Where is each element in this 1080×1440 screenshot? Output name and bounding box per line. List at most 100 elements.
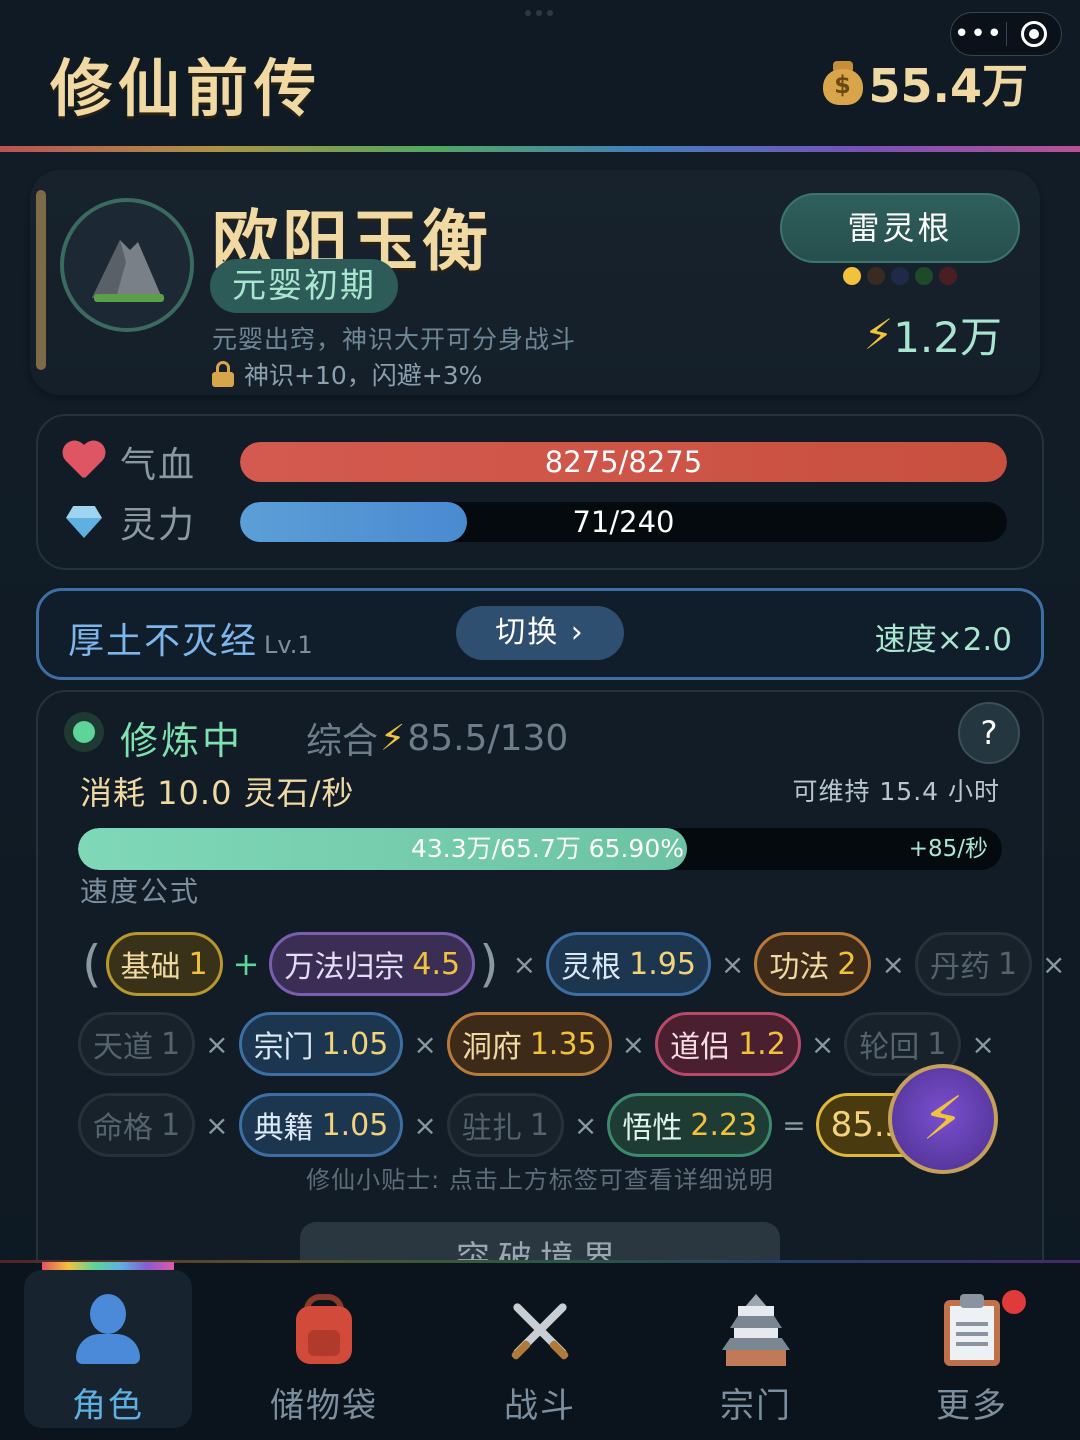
hp-value: 8275/8275 bbox=[544, 445, 703, 479]
times-operator: × bbox=[205, 1108, 229, 1142]
formula-row-1: ( 基础 1 + 万法归宗 4.5 ) × 灵根 1.95 × 功法 2 × 丹药 1 × bbox=[78, 932, 1076, 996]
header-divider bbox=[0, 146, 1080, 152]
tab-more[interactable]: 更多 bbox=[888, 1270, 1056, 1428]
money-bag-icon: $ bbox=[821, 59, 865, 107]
combined-speed: 综合 ⚡ 85.5/130 bbox=[306, 712, 568, 764]
hp-bar: 8275/8275 bbox=[240, 442, 1007, 482]
progress-rate: +85/秒 bbox=[908, 836, 988, 862]
castle-icon bbox=[718, 1292, 794, 1368]
backpack-icon bbox=[286, 1292, 362, 1368]
open-paren: ( bbox=[82, 935, 102, 993]
hp-label: 气血 bbox=[120, 445, 197, 486]
lightning-icon: ⚡ bbox=[863, 310, 894, 359]
combat-power-value: 1.2万 bbox=[893, 313, 1002, 362]
game-screen: 修仙前传 ••• $ 55.4万 欧阳玉衡 元婴初期 元婴出窍，神识大开可分身战… bbox=[0, 0, 1080, 1440]
factor-zhuzha[interactable]: 驻扎 1 bbox=[446, 1093, 564, 1157]
combat-power: ⚡ 1.2万 bbox=[864, 304, 1002, 365]
mp-row: 灵力 bbox=[62, 500, 230, 546]
spirit-root-button[interactable]: 雷灵根 bbox=[780, 193, 1020, 263]
plus-operator: + bbox=[232, 945, 260, 983]
realm-bonus-text: 神识+10，闪避+3% bbox=[244, 361, 483, 390]
formula-row-3: 命格 1 × 典籍 1.05 × 驻扎 1 × 悟性 2.23 = 85.53 bbox=[78, 1093, 943, 1157]
spirit-root-dot bbox=[891, 267, 909, 285]
realm-badge[interactable]: 元婴初期 bbox=[210, 259, 398, 313]
card-accent-bar bbox=[36, 190, 46, 370]
factor-tiandao[interactable]: 天道 1 bbox=[78, 1012, 196, 1076]
tab-storage-bag-label: 储物袋 bbox=[270, 1386, 378, 1426]
mp-bar: 71/240 bbox=[240, 502, 1007, 542]
tab-storage-bag[interactable]: 储物袋 bbox=[240, 1270, 408, 1428]
close-button[interactable] bbox=[1007, 21, 1061, 47]
tab-character-label: 角色 bbox=[72, 1386, 144, 1426]
cultivation-progress-bar: 43.3万/65.7万 65.90% +85/秒 bbox=[78, 828, 1002, 870]
sustain-duration: 可维持 15.4 小时 bbox=[792, 777, 1000, 806]
consumption-rate: 消耗 10.0 灵石/秒 bbox=[80, 774, 355, 812]
crossed-swords-icon bbox=[502, 1292, 578, 1368]
spirit-root-dot bbox=[843, 267, 861, 285]
tab-character[interactable]: 角色 bbox=[24, 1270, 192, 1428]
person-icon bbox=[70, 1292, 146, 1368]
tab-sect-label: 宗门 bbox=[720, 1386, 792, 1426]
times-operator: × bbox=[621, 1027, 646, 1061]
factor-wanfa[interactable]: 万法归宗 4.5 bbox=[269, 932, 476, 996]
times-operator: × bbox=[881, 947, 905, 981]
tip-text: 修仙小贴士: 点击上方标签可查看详细说明 bbox=[306, 1166, 774, 1194]
spirit-root-dots bbox=[843, 267, 957, 285]
close-paren: ) bbox=[479, 935, 499, 993]
formula-row-2: 天道 1 × 宗门 1.05 × 洞府 1.35 × 道侣 1.2 × 轮回 1 × bbox=[78, 1012, 1005, 1076]
spirit-root-dot bbox=[939, 267, 957, 285]
technique-name-group[interactable]: 厚土不灭经 Lv.1 bbox=[68, 612, 313, 664]
currency-display: $ 55.4万 bbox=[821, 50, 1029, 116]
technique-name: 厚土不灭经 bbox=[68, 621, 259, 662]
mp-label: 灵力 bbox=[120, 505, 197, 546]
heart-icon bbox=[62, 442, 106, 482]
realm-description: 元婴出窍，神识大开可分身战斗 bbox=[212, 325, 577, 354]
boost-button[interactable]: ⚡ bbox=[888, 1064, 998, 1174]
factor-gongfa[interactable]: 功法 2 bbox=[754, 932, 872, 996]
factor-base[interactable]: 基础 1 bbox=[105, 932, 223, 996]
factor-dongfu[interactable]: 洞府 1.35 bbox=[446, 1012, 612, 1076]
bottom-tab-bar: 角色 储物袋 战斗 宗门 更多 bbox=[0, 1260, 1080, 1440]
lightning-icon: ⚡ bbox=[921, 1084, 965, 1154]
factor-dianji[interactable]: 典籍 1.05 bbox=[238, 1093, 404, 1157]
times-operator: × bbox=[1042, 947, 1066, 981]
times-operator: × bbox=[971, 1027, 995, 1061]
currency-amount: 55.4万 bbox=[868, 59, 1029, 113]
tab-battle-label: 战斗 bbox=[504, 1386, 576, 1426]
progress-text: 43.3万/65.7万 65.90% bbox=[410, 834, 684, 863]
factor-wuxing[interactable]: 悟性 2.23 bbox=[607, 1093, 773, 1157]
times-operator: × bbox=[413, 1027, 437, 1061]
factor-danyao[interactable]: 丹药 1 bbox=[914, 932, 1033, 996]
formula-label: 速度公式 bbox=[80, 875, 201, 908]
tab-sect[interactable]: 宗门 bbox=[672, 1270, 840, 1428]
spirit-root-dot bbox=[915, 267, 933, 285]
app-title: 修仙前传 bbox=[50, 52, 323, 125]
factor-daolv[interactable]: 道侣 1.2 bbox=[655, 1012, 801, 1076]
active-tab-indicator bbox=[42, 1262, 174, 1270]
factor-mingge[interactable]: 命格 1 bbox=[78, 1093, 196, 1157]
equals-operator: = bbox=[782, 1108, 806, 1142]
spirit-root-dot bbox=[867, 267, 885, 285]
times-operator: × bbox=[413, 1108, 437, 1142]
factor-zongmen[interactable]: 宗门 1.05 bbox=[238, 1012, 404, 1076]
tab-battle[interactable]: 战斗 bbox=[456, 1270, 624, 1428]
switch-technique-button[interactable]: 切换 › bbox=[456, 606, 624, 660]
help-button[interactable]: ? bbox=[958, 702, 1020, 764]
lock-icon bbox=[212, 361, 234, 387]
tab-more-label: 更多 bbox=[936, 1386, 1008, 1426]
diamond-icon bbox=[62, 502, 106, 542]
status-indicator-icon bbox=[64, 712, 104, 752]
avatar[interactable] bbox=[60, 198, 194, 332]
drag-handle bbox=[525, 10, 555, 16]
combined-label: 综合 bbox=[306, 721, 379, 762]
realm-bonus: 神识+10，闪避+3% bbox=[212, 356, 482, 392]
mp-value: 71/240 bbox=[572, 505, 675, 539]
technique-level: Lv.1 bbox=[264, 631, 313, 659]
times-operator: × bbox=[810, 1027, 835, 1061]
times-operator: × bbox=[720, 947, 745, 981]
cultivation-status: 修炼中 bbox=[120, 719, 244, 763]
notification-badge bbox=[1002, 1290, 1026, 1314]
combined-value: 85.5/130 bbox=[407, 717, 569, 759]
times-operator: × bbox=[512, 947, 537, 981]
factor-linggen[interactable]: 灵根 1.95 bbox=[546, 932, 711, 996]
